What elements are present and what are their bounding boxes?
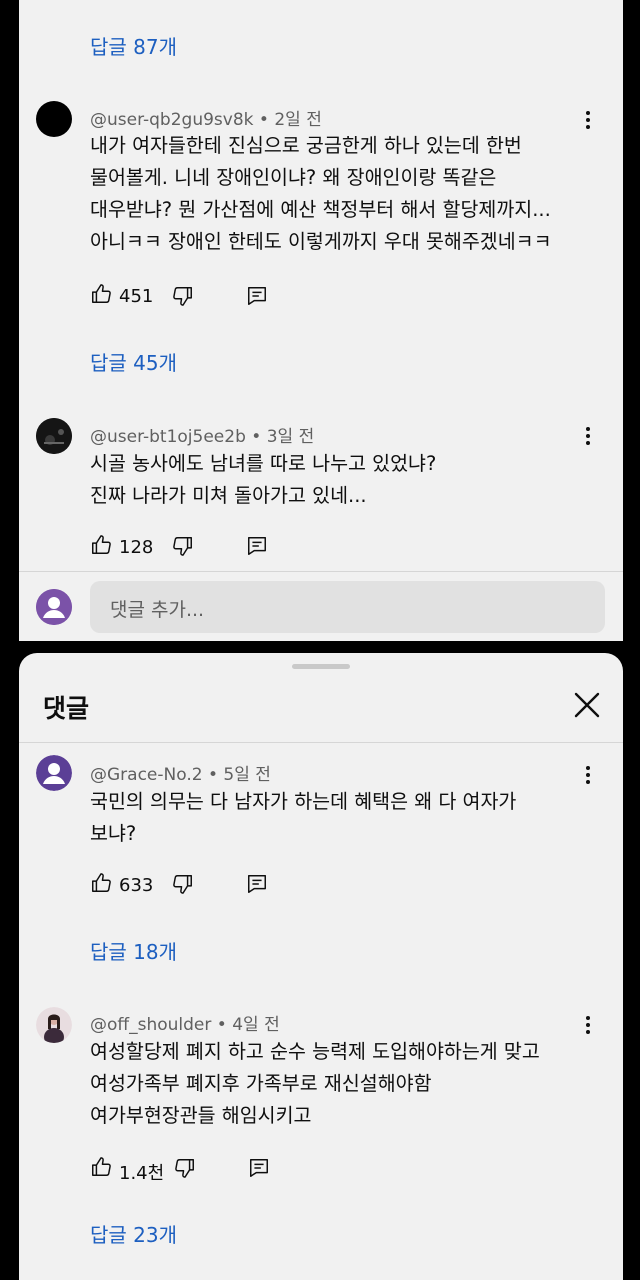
like-button[interactable]	[90, 283, 112, 305]
comment-time: 4일 전	[232, 1015, 280, 1035]
like-count: 1.4천	[119, 1163, 165, 1184]
comment-text: 시골 농사에도 남녀를 따로 나누고 있었냐? 진짜 나라가 미쳐 돌아가고 있…	[90, 448, 436, 512]
more-options-icon[interactable]	[576, 108, 600, 132]
comment-time: 2일 전	[274, 110, 322, 130]
comment-text-line: 진짜 나라가 미쳐 돌아가고 있네...	[90, 484, 367, 507]
comment-author[interactable]: @off_shoulder	[90, 1015, 211, 1035]
comments-list-background: 답글 87개 @user-qb2gu9sv8k • 2일 전 내가 여자들한테 …	[19, 0, 623, 641]
like-button[interactable]	[90, 872, 112, 894]
comment-reply-icon	[250, 1159, 268, 1177]
reply-button[interactable]	[246, 873, 268, 895]
add-comment-placeholder: 댓글 추가...	[110, 599, 205, 621]
like-button[interactable]	[90, 1156, 112, 1178]
default-avatar-icon	[36, 589, 72, 625]
comment-text-line: 대우받냐? 뭔 가산점에 예산 책정부터 해서 할당제까지...	[90, 198, 551, 221]
dislike-button[interactable]	[174, 1157, 196, 1179]
thumbs-up-icon	[92, 535, 111, 554]
comment-meta: @user-qb2gu9sv8k • 2일 전	[90, 105, 322, 130]
comment-meta: @off_shoulder • 4일 전	[90, 1010, 280, 1035]
comment-reply-icon	[248, 287, 266, 305]
comment-author[interactable]: @user-qb2gu9sv8k	[90, 110, 253, 130]
view-replies-button[interactable]: 답글 18개	[90, 936, 177, 965]
divider	[19, 742, 623, 743]
comment-time: 5일 전	[223, 765, 271, 785]
view-replies-button[interactable]: 답글 87개	[90, 31, 177, 60]
avatar-image-icon	[36, 418, 72, 454]
reply-button[interactable]	[248, 1157, 270, 1179]
comment-text: 국민의 의무는 다 남자가 하는데 혜택은 왜 다 여자가 보냐?	[90, 786, 516, 850]
more-options-icon[interactable]	[576, 1013, 600, 1037]
comment-reply-icon	[248, 537, 266, 555]
reply-button[interactable]	[246, 535, 268, 557]
comment-text-line: 국민의 의무는 다 남자가 하는데 혜택은 왜 다 여자가	[90, 790, 517, 813]
avatar-image-icon	[36, 1007, 72, 1043]
comment-reply-icon	[248, 875, 266, 893]
comment-author[interactable]: @user-bt1oj5ee2b	[90, 427, 246, 447]
comment-text: 여성할당제 폐지 하고 순수 능력제 도입해야하는게 맞고 여성가족부 폐지후 …	[90, 1036, 540, 1132]
thumbs-up-icon	[92, 873, 111, 892]
dislike-button[interactable]	[172, 873, 194, 895]
comments-bottom-sheet: 댓글 @Grace-No.2 • 5일 전 국민의 의무는 다 남자가 하는데 …	[19, 653, 623, 1280]
meta-separator: •	[251, 427, 267, 447]
thumbs-down-icon	[173, 875, 192, 894]
more-options-icon[interactable]	[576, 424, 600, 448]
like-count: 128	[119, 537, 154, 558]
thumbs-down-icon	[175, 1159, 194, 1178]
comment-text-line: 여가부현장관들 해임시키고	[90, 1104, 312, 1127]
comment-author[interactable]: @Grace-No.2	[90, 765, 203, 785]
avatar[interactable]	[36, 418, 72, 454]
comment-time: 3일 전	[266, 427, 315, 447]
drag-handle[interactable]	[292, 664, 350, 669]
meta-separator: •	[258, 110, 275, 130]
thumbs-down-icon	[173, 537, 192, 556]
close-icon[interactable]	[571, 689, 603, 721]
reply-button[interactable]	[246, 285, 268, 307]
comment-text-line: 물어볼게. 니네 장애인이냐? 왜 장애인이랑 똑같은	[90, 166, 497, 189]
dislike-button[interactable]	[172, 285, 194, 307]
thumbs-up-icon	[92, 1157, 111, 1176]
dislike-button[interactable]	[172, 535, 194, 557]
comment-meta: @user-bt1oj5ee2b • 3일 전	[90, 422, 314, 447]
thumbs-down-icon	[173, 287, 192, 306]
comment-text: 내가 여자들한테 진심으로 궁금한게 하나 있는데 한번 물어볼게. 니네 장애…	[90, 130, 552, 258]
thumbs-up-icon	[92, 284, 111, 303]
more-options-icon[interactable]	[576, 763, 600, 787]
comment-meta: @Grace-No.2 • 5일 전	[90, 760, 271, 785]
comment-text-line: 여성할당제 폐지 하고 순수 능력제 도입해야하는게 맞고	[90, 1040, 540, 1063]
like-count: 633	[119, 875, 154, 896]
default-avatar-icon	[36, 755, 72, 791]
my-avatar	[36, 589, 72, 625]
comment-text-line: 아니ㅋㅋ 장애인 한테도 이렇게까지 우대 못해주겠네ㅋㅋ	[90, 230, 552, 253]
comment-text-line: 시골 농사에도 남녀를 따로 나누고 있었냐?	[90, 452, 437, 475]
like-button[interactable]	[90, 534, 112, 556]
comment-text-line: 보냐?	[90, 822, 137, 845]
avatar[interactable]	[36, 101, 72, 137]
meta-separator: •	[207, 765, 224, 785]
divider	[19, 571, 623, 572]
avatar[interactable]	[36, 1007, 72, 1043]
comment-text-line: 내가 여자들한테 진심으로 궁금한게 하나 있는데 한번	[90, 134, 522, 157]
meta-separator: •	[216, 1015, 233, 1035]
avatar[interactable]	[36, 755, 72, 791]
view-replies-button[interactable]: 답글 45개	[90, 347, 177, 376]
sheet-title: 댓글	[43, 694, 90, 723]
comment-text-line: 여성가족부 폐지후 가족부로 재신설해야함	[90, 1072, 432, 1095]
view-replies-button[interactable]: 답글 23개	[90, 1219, 177, 1248]
like-count: 451	[119, 286, 154, 307]
add-comment-input[interactable]: 댓글 추가...	[90, 581, 605, 633]
